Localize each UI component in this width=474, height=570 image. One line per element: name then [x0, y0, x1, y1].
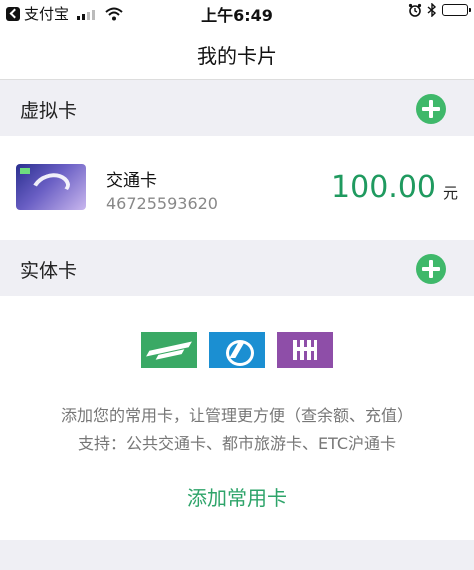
card-badge-icon: [20, 168, 30, 174]
virtual-card-section-header: 虚拟卡: [0, 80, 474, 136]
card-name: 交通卡: [106, 171, 157, 191]
status-time: 上午6:49: [201, 6, 273, 25]
transit-card-image: [16, 164, 86, 210]
add-physical-card-button[interactable]: [416, 254, 446, 284]
bluetooth-icon: [427, 3, 437, 17]
add-common-card-button[interactable]: 添加常用卡: [0, 482, 474, 511]
card-balance-unit: 元: [442, 184, 458, 202]
purple-transit-logo-icon: [277, 332, 333, 368]
battery-icon: [442, 4, 471, 16]
physical-card-panel: 添加您的常用卡，让管理更方便（查余额、充值） 支持：公共交通卡、都市旅游卡、ET…: [0, 296, 474, 540]
blue-transit-logo-icon: [209, 332, 265, 368]
card-swoosh-icon: [26, 167, 74, 207]
virtual-card-section-title: 虚拟卡: [20, 100, 78, 122]
alarm-icon: [408, 3, 422, 17]
supported-cards-hint: 支持：公共交通卡、都市旅游卡、ETC沪通卡: [77, 434, 397, 453]
page-title: 我的卡片: [197, 44, 277, 68]
add-card-hint: 添加您的常用卡，让管理更方便（查余额、充值）: [60, 406, 413, 425]
status-right: [408, 3, 471, 17]
card-number: 46725593620: [106, 194, 218, 213]
green-transit-logo-icon: [141, 332, 197, 368]
transit-card-row[interactable]: 交通卡 46725593620 100.00 元: [0, 136, 474, 240]
physical-card-section-title: 实体卡: [20, 260, 78, 282]
add-virtual-card-button[interactable]: [416, 94, 446, 124]
nav-bar: 我的卡片: [0, 24, 474, 80]
physical-card-section-header: 实体卡: [0, 240, 474, 296]
status-bar: 支付宝 上午6:49: [0, 0, 474, 25]
supported-card-logos: [0, 332, 474, 368]
card-balance: 100.00: [331, 170, 436, 205]
